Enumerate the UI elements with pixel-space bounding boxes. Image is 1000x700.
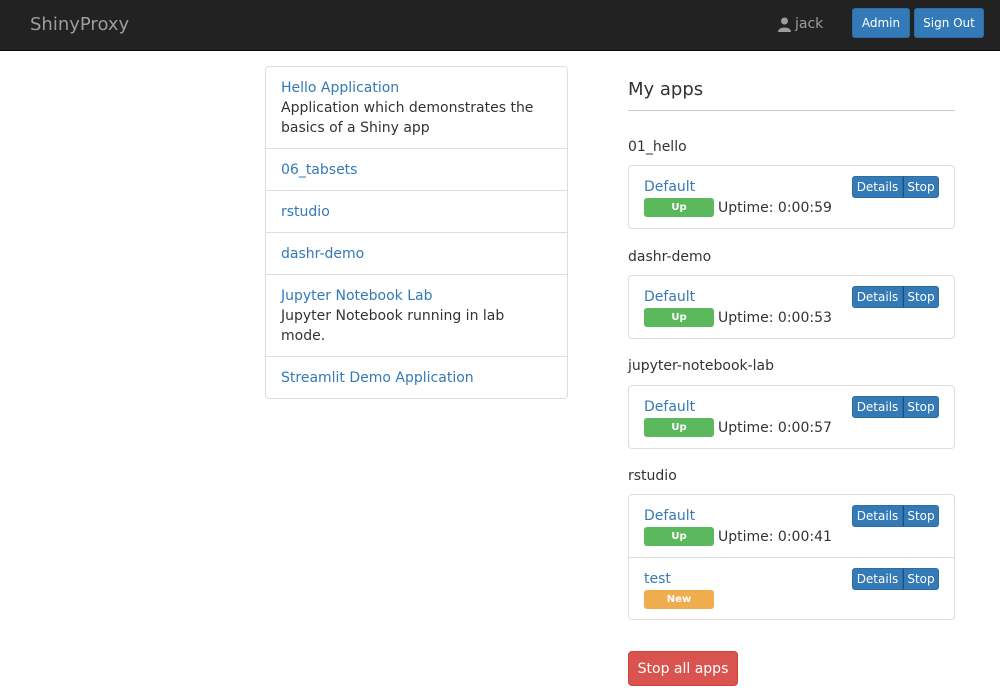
app-link-rstudio[interactable]: rstudio [281, 202, 552, 222]
my-apps-title: My apps [628, 78, 955, 111]
uptime-text: Uptime: 0:00:53 [718, 309, 832, 326]
stop-button[interactable]: Stop [903, 505, 939, 527]
uptime-text: Uptime: 0:00:59 [718, 199, 832, 216]
details-button[interactable]: Details [852, 505, 903, 527]
user-menu: jack [778, 16, 823, 32]
stop-button[interactable]: Stop [903, 396, 939, 418]
app-link-dashr-demo[interactable]: dashr-demo [281, 244, 552, 264]
details-button[interactable]: Details [852, 176, 903, 198]
status-badge: Up [644, 198, 714, 217]
status-badge: New [644, 590, 714, 609]
list-item: Jupyter Notebook Lab Jupyter Notebook ru… [266, 275, 567, 357]
uptime-text: Uptime: 0:00:41 [718, 528, 832, 545]
sign-out-button[interactable]: Sign Out [914, 8, 984, 38]
instance-panel: Default Up Uptime: 0:00:57 Details Stop [628, 385, 955, 449]
group-title-rstudio: rstudio [628, 468, 677, 484]
stop-button[interactable]: Stop [903, 176, 939, 198]
list-item: 06_tabsets [266, 149, 567, 191]
stop-all-apps-button[interactable]: Stop all apps [628, 651, 738, 686]
app-description: Application which demonstrates the basic… [281, 100, 534, 136]
instance-row: Default Up Uptime: 0:00:41 Details Stop [629, 495, 954, 557]
stop-button[interactable]: Stop [903, 286, 939, 308]
navbar: ShinyProxy jack Admin Sign Out [0, 0, 1000, 51]
details-button[interactable]: Details [852, 396, 903, 418]
group-title-01-hello: 01_hello [628, 139, 687, 155]
group-title-dashr-demo: dashr-demo [628, 249, 712, 265]
app-description: Jupyter Notebook running in lab mode. [281, 308, 505, 344]
app-list: Hello Application Application which demo… [265, 66, 568, 399]
details-button[interactable]: Details [852, 286, 903, 308]
list-item: dashr-demo [266, 233, 567, 275]
list-item: rstudio [266, 191, 567, 233]
group-title-jupyter-notebook-lab: jupyter-notebook-lab [628, 358, 775, 374]
details-button[interactable]: Details [852, 568, 903, 590]
status-badge: Up [644, 308, 714, 327]
status-badge: Up [644, 527, 714, 546]
instance-panel: Default Up Uptime: 0:00:59 Details Stop [628, 165, 955, 229]
instance-panel: Default Up Uptime: 0:00:53 Details Stop [628, 275, 955, 339]
instance-panel: Default Up Uptime: 0:00:41 Details Stop … [628, 494, 955, 620]
app-link-streamlit[interactable]: Streamlit Demo Application [281, 368, 552, 388]
app-link-06-tabsets[interactable]: 06_tabsets [281, 160, 552, 180]
status-badge: Up [644, 418, 714, 437]
instance-row: Default Up Uptime: 0:00:59 Details Stop [629, 166, 954, 228]
uptime-text: Uptime: 0:00:57 [718, 419, 832, 436]
brand-logo[interactable]: ShinyProxy [30, 14, 129, 35]
list-item: Hello Application Application which demo… [266, 67, 567, 149]
app-link-hello[interactable]: Hello Application [281, 78, 552, 98]
list-item: Streamlit Demo Application [266, 357, 567, 398]
instance-row: Default Up Uptime: 0:00:53 Details Stop [629, 276, 954, 338]
instance-row: test New Details Stop [629, 557, 954, 619]
admin-button[interactable]: Admin [852, 8, 910, 38]
user-icon [778, 17, 791, 32]
username: jack [795, 16, 824, 32]
instance-row: Default Up Uptime: 0:00:57 Details Stop [629, 386, 954, 448]
stop-button[interactable]: Stop [903, 568, 939, 590]
my-apps-section: My apps [628, 78, 955, 111]
app-link-jupyter[interactable]: Jupyter Notebook Lab [281, 286, 552, 306]
